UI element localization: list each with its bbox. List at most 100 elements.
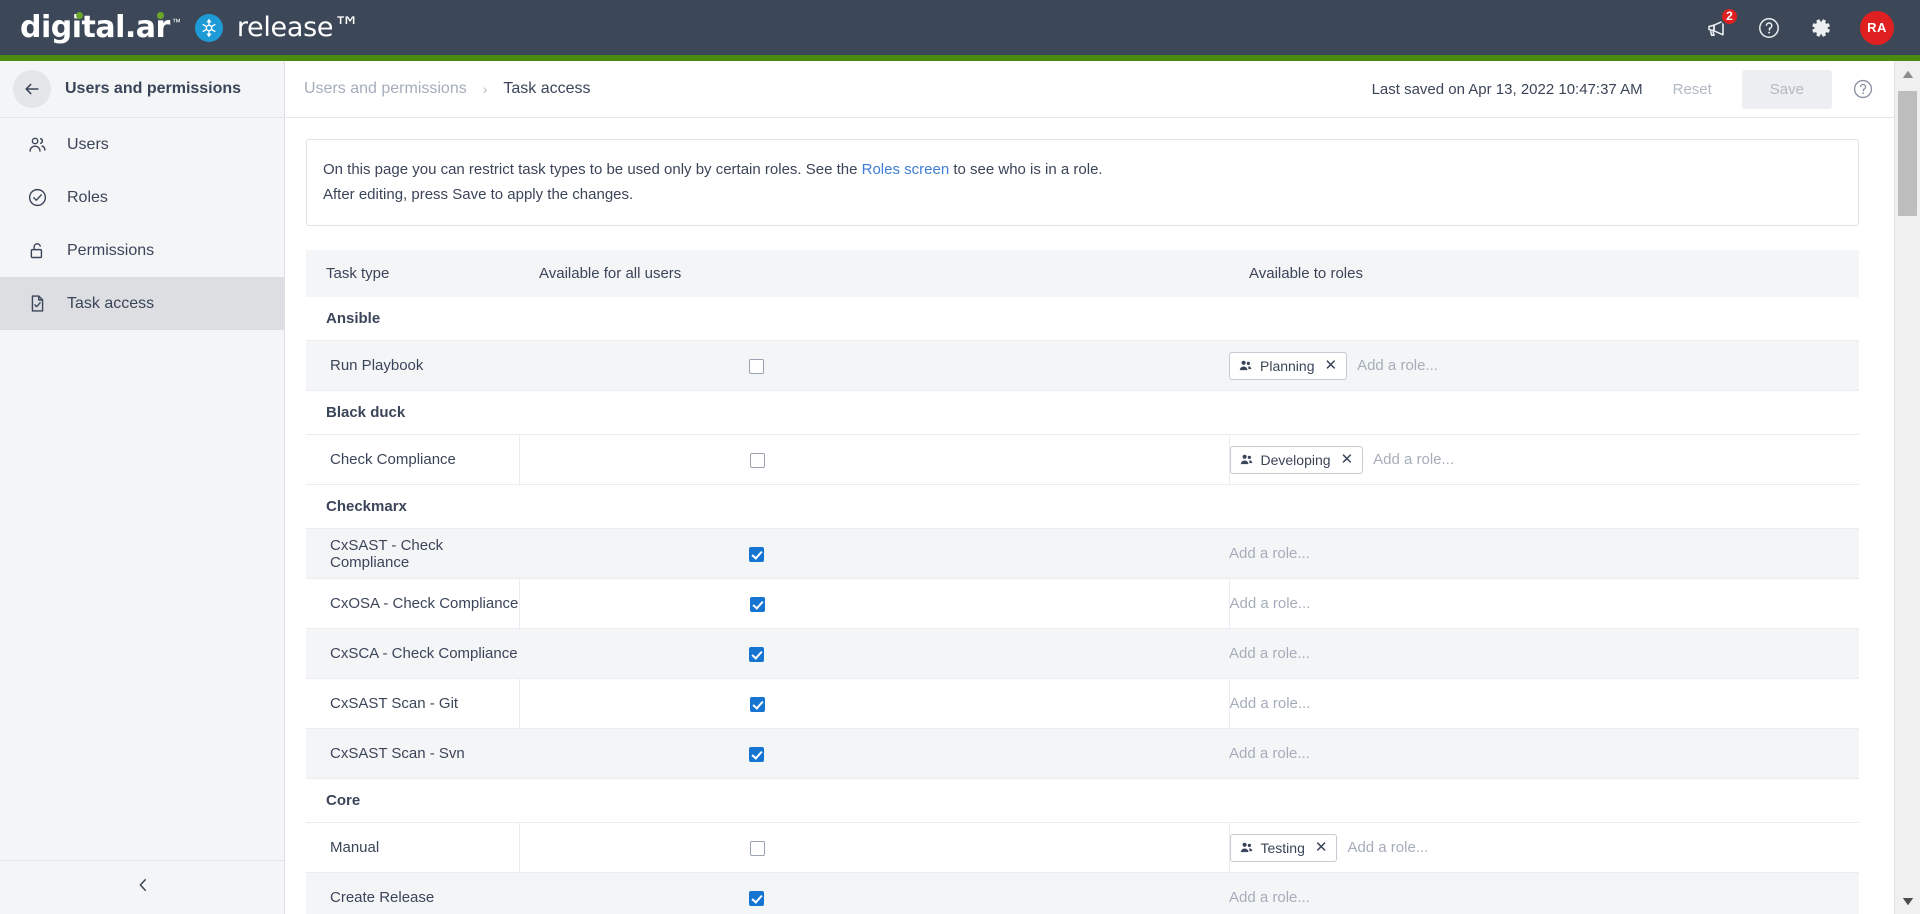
cell-task-type: CxSAST Scan - Svn xyxy=(306,728,519,779)
role-chip[interactable]: Developing ✕ xyxy=(1229,445,1364,474)
available-for-all-users-checkbox[interactable] xyxy=(749,546,764,562)
cell-available-all-users xyxy=(519,434,1230,485)
table-header: Task type Available for all users Availa… xyxy=(306,250,1859,297)
info-banner-text-before-link: On this page you can restrict task types… xyxy=(323,161,862,178)
cell-available-all-users xyxy=(519,728,1229,779)
sidebar-collapse-button[interactable] xyxy=(0,860,285,914)
role-chip-label: Planning xyxy=(1260,357,1315,374)
add-role-input[interactable]: Add a role... xyxy=(1230,595,1311,612)
roles-selector[interactable]: Add a role... xyxy=(1229,645,1859,662)
save-button[interactable]: Save xyxy=(1741,69,1832,109)
help-circle-icon[interactable] xyxy=(1850,76,1876,102)
sidebar-item-label: Task access xyxy=(67,294,155,312)
breadcrumb-current: Task access xyxy=(503,80,591,97)
breadcrumb-separator-icon: › xyxy=(482,81,488,97)
last-saved-text: Last saved on Apr 13, 2022 10:47:37 AM xyxy=(1371,80,1643,98)
add-role-input[interactable]: Add a role... xyxy=(1347,839,1428,856)
sidebar-item-task-access[interactable]: Task access xyxy=(0,277,284,330)
table-row: CxOSA - Check Compliance Add a role... xyxy=(306,578,1860,629)
main-content: Users and permissions › Task access Last… xyxy=(286,61,1894,914)
task-group-label: Core xyxy=(306,778,1859,823)
cell-available-all-users xyxy=(519,872,1229,914)
available-for-all-users-checkbox[interactable] xyxy=(749,840,765,856)
add-role-input[interactable]: Add a role... xyxy=(1230,695,1311,712)
breadcrumb-parent[interactable]: Users and permissions xyxy=(304,80,467,98)
roles-selector[interactable]: Add a role... xyxy=(1230,695,1860,712)
task-group-row: Ansible xyxy=(306,297,1859,341)
task-group-label: Black duck xyxy=(306,390,1859,435)
table-row: Create Release Add a role... xyxy=(306,872,1859,914)
role-chip[interactable]: Planning ✕ xyxy=(1229,351,1348,380)
cell-task-type: CxSAST Scan - Git xyxy=(306,678,520,729)
cell-available-all-users xyxy=(519,628,1229,679)
info-banner-line-2: After editing, press Save to apply the c… xyxy=(323,186,634,203)
table-row: CxSAST Scan - Git Add a role... xyxy=(306,678,1860,729)
roles-selector[interactable]: Testing ✕ Add a role... xyxy=(1229,833,1860,862)
people-icon xyxy=(1238,358,1253,373)
sidebar-item-roles[interactable]: Roles xyxy=(0,171,284,224)
roles-selector[interactable]: Add a role... xyxy=(1229,889,1859,906)
document-check-icon xyxy=(26,293,48,315)
sidebar-item-users[interactable]: Users xyxy=(0,118,284,171)
cell-task-type: CxOSA - Check Compliance xyxy=(306,578,520,629)
available-for-all-users-checkbox[interactable] xyxy=(749,746,764,762)
column-header-task-type: Task type xyxy=(306,250,519,297)
roles-selector[interactable]: Add a role... xyxy=(1229,545,1859,562)
table-row: Run Playbook Planning ✕ Add a role... xyxy=(306,340,1859,391)
roles-selector[interactable]: Add a role... xyxy=(1230,595,1860,612)
arrow-left-icon[interactable] xyxy=(13,70,51,108)
cell-available-to-roles: Testing ✕ Add a role... xyxy=(1229,822,1860,873)
available-for-all-users-checkbox[interactable] xyxy=(749,596,765,612)
reset-button[interactable]: Reset xyxy=(1661,72,1724,107)
logo-dot-two xyxy=(157,12,164,19)
topbar-actions: 2 RA xyxy=(1704,6,1920,45)
digitalai-wordmark-text: digital.ar xyxy=(20,10,170,45)
remove-role-icon[interactable]: ✕ xyxy=(1315,840,1328,855)
page-content: On this page you can restrict task types… xyxy=(286,119,1894,914)
notification-badge: 2 xyxy=(1720,6,1739,26)
user-avatar[interactable]: RA xyxy=(1860,10,1894,45)
role-chip-label: Testing xyxy=(1260,839,1305,856)
add-role-input[interactable]: Add a role... xyxy=(1229,889,1310,906)
table-row: CxSAST - Check Compliance Add a role... xyxy=(306,528,1859,579)
vertical-scrollbar[interactable] xyxy=(1894,61,1920,914)
available-for-all-users-checkbox[interactable] xyxy=(749,646,764,662)
add-role-input[interactable]: Add a role... xyxy=(1229,645,1310,662)
available-for-all-users-checkbox[interactable] xyxy=(749,358,764,374)
sidebar-item-permissions[interactable]: Permissions xyxy=(0,224,284,277)
role-chip[interactable]: Testing ✕ xyxy=(1229,833,1338,862)
roles-selector[interactable]: Developing ✕ Add a role... xyxy=(1229,445,1860,474)
roles-selector[interactable]: Add a role... xyxy=(1229,745,1859,762)
roles-selector[interactable]: Planning ✕ Add a role... xyxy=(1229,351,1859,380)
roles-screen-link[interactable]: Roles screen xyxy=(862,161,950,178)
brand-logo[interactable]: digital.ar ™ release ™ xyxy=(0,10,360,45)
triangle-down-icon[interactable] xyxy=(1895,888,1920,914)
people-icon xyxy=(1239,452,1254,467)
add-role-input[interactable]: Add a role... xyxy=(1229,545,1310,562)
gear-icon[interactable] xyxy=(1808,15,1834,41)
page-header: Users and permissions › Task access Last… xyxy=(286,61,1894,118)
available-for-all-users-checkbox[interactable] xyxy=(749,696,765,712)
add-role-input[interactable]: Add a role... xyxy=(1229,745,1310,762)
megaphone-icon[interactable]: 2 xyxy=(1704,6,1739,41)
cell-task-type: Create Release xyxy=(306,872,519,914)
digitalai-wordmark: digital.ar ™ xyxy=(20,10,181,45)
unlock-icon xyxy=(26,240,48,262)
chevron-left-icon xyxy=(134,876,152,899)
table-row: Check Compliance Developing ✕ Add a role... xyxy=(306,434,1860,485)
sidebar-header: Users and permissions xyxy=(0,61,284,118)
help-circle-icon[interactable] xyxy=(1756,15,1782,41)
add-role-input[interactable]: Add a role... xyxy=(1357,357,1438,374)
scrollbar-thumb[interactable] xyxy=(1898,91,1917,216)
info-banner-line-1: On this page you can restrict task types… xyxy=(323,157,1842,182)
remove-role-icon[interactable]: ✕ xyxy=(1325,358,1338,373)
cell-task-type: Run Playbook xyxy=(306,340,519,391)
add-role-input[interactable]: Add a role... xyxy=(1373,451,1454,468)
remove-role-icon[interactable]: ✕ xyxy=(1341,452,1354,467)
available-for-all-users-checkbox[interactable] xyxy=(749,452,765,468)
cell-available-to-roles: Add a role... xyxy=(1229,872,1859,914)
triangle-up-icon[interactable] xyxy=(1895,61,1920,87)
top-navigation-bar: digital.ar ™ release ™ 2 RA xyxy=(0,0,1920,55)
task-access-table: Task type Available for all users Availa… xyxy=(306,250,1859,914)
available-for-all-users-checkbox[interactable] xyxy=(749,890,764,906)
